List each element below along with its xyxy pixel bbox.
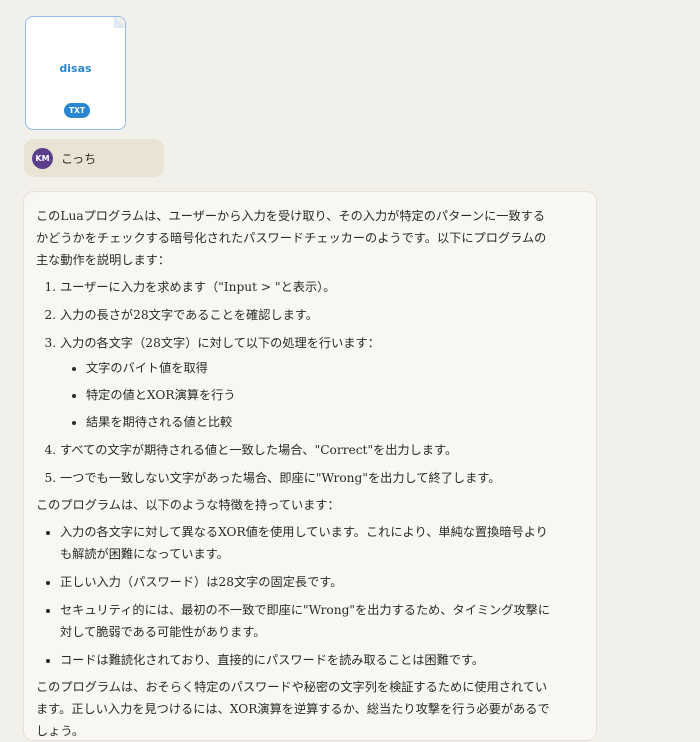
list-item: 正しい入力（パスワード）は28文字の固定長です。 — [60, 571, 556, 593]
features-intro: このプログラムは、以下のような特徴を持っています： — [36, 498, 340, 512]
list-item: 結果を期待される値と比較 — [86, 412, 556, 433]
list-item-text: 入力の各文字（28文字）に対して以下の処理を行います： — [60, 336, 380, 350]
list-item: 一つでも一致しない文字があった場合、即座に"Wrong"を出力して終了します。 — [60, 467, 556, 489]
list-item: 入力の各文字（28文字）に対して以下の処理を行います： 文字のバイト値を取得 特… — [60, 332, 556, 433]
user-message: KM こっち — [24, 139, 164, 177]
attachment-name: disas — [59, 62, 92, 75]
assistant-message: このLuaプログラムは、ユーザーから入力を受け取り、その入力が特定のパターンに一… — [23, 191, 597, 741]
list-item: 特定の値とXOR演算を行う — [86, 385, 556, 406]
list-item: ユーザーに入力を求めます（"Input > "と表示）。 — [60, 276, 556, 298]
file-type-badge: TXT — [64, 103, 90, 118]
response-intro: このLuaプログラムは、ユーザーから入力を受け取り、その入力が特定のパターンに一… — [36, 209, 547, 267]
list-item: コードは難読化されており、直接的にパスワードを読み取ることは困難です。 — [60, 649, 556, 671]
features-list: 入力の各文字に対して異なるXOR値を使用しています。これにより、単純な置換暗号よ… — [36, 521, 556, 671]
list-item: すべての文字が期待される値と一致した場合、"Correct"を出力します。 — [60, 439, 556, 461]
user-avatar: KM — [32, 148, 53, 169]
user-message-text: こっち — [61, 152, 97, 166]
attachment-card[interactable]: disas TXT — [25, 16, 126, 130]
list-item: 入力の長さが28文字であることを確認します。 — [60, 304, 556, 326]
substeps-list: 文字のバイト値を取得 特定の値とXOR演算を行う 結果を期待される値と比較 — [60, 358, 556, 433]
steps-list: ユーザーに入力を求めます（"Input > "と表示）。 入力の長さが28文字で… — [36, 276, 556, 489]
list-item: 文字のバイト値を取得 — [86, 358, 556, 379]
response-conclusion: このプログラムは、おそらく特定のパスワードや秘密の文字列を検証するために使用され… — [36, 680, 550, 738]
list-item: 入力の各文字に対して異なるXOR値を使用しています。これにより、単純な置換暗号よ… — [60, 521, 556, 565]
list-item: セキュリティ的には、最初の不一致で即座に"Wrong"を出力するため、タイミング… — [60, 599, 556, 643]
page-fold-icon — [114, 17, 125, 28]
